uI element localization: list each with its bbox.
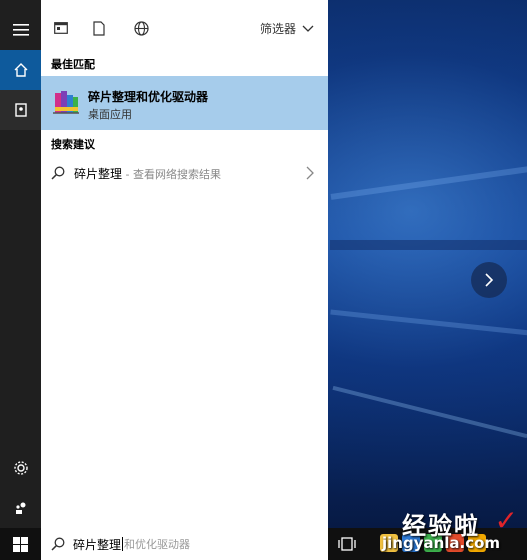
documents-filter-button[interactable] [89, 18, 109, 38]
document-icon [93, 20, 105, 36]
gear-icon [13, 461, 28, 475]
wallpaper-beam [332, 385, 527, 439]
task-view-icon [338, 537, 356, 551]
best-match-title: 碎片整理和优化驱动器 [88, 90, 209, 104]
chevron-down-icon [302, 25, 314, 32]
search-suggestions-heading: 搜索建议 [51, 138, 95, 151]
search-icon [51, 537, 65, 551]
hamburger-icon [12, 24, 29, 36]
start-button[interactable] [0, 528, 41, 560]
task-view-button[interactable] [338, 536, 356, 556]
settings-button[interactable] [0, 448, 41, 488]
menu-button[interactable] [0, 10, 41, 50]
checkmark-icon: ✓ [494, 504, 518, 537]
feedback-icon [15, 502, 25, 514]
filter-label: 筛选器 [259, 22, 296, 36]
search-autocomplete: 和优化驱动器 [124, 538, 191, 551]
notebook-icon [14, 103, 27, 117]
search-typed-text: 碎片整理 [73, 537, 122, 552]
watermark-url: jingyanla.com [382, 534, 501, 552]
window-icon [54, 22, 68, 34]
results-toolbar: 筛选器 [41, 10, 328, 48]
watermark: 经验啦 ✓ jingyanla.com [372, 502, 522, 558]
home-button[interactable] [0, 50, 41, 90]
feedback-button[interactable] [0, 488, 41, 528]
start-rail [0, 0, 41, 528]
chevron-right-icon [485, 273, 494, 287]
filter-dropdown[interactable]: 筛选器 [260, 20, 314, 37]
web-suggestion-item[interactable]: 碎片整理 - 查看网络搜索结果 [41, 160, 328, 186]
wallpaper-beam [330, 309, 527, 336]
notebook-button[interactable] [0, 90, 41, 130]
wallpaper-beam [330, 166, 527, 200]
home-icon [14, 63, 27, 77]
suggestion-query: 碎片整理 [74, 167, 123, 181]
defrag-app-icon [51, 87, 81, 117]
globe-icon [133, 20, 149, 36]
search-icon [51, 165, 65, 184]
next-slide-button[interactable] [471, 262, 507, 298]
search-results-panel: 筛选器 最佳匹配 碎片整理和优化驱动器 桌面应用 搜索建议 碎片整理 - 查看网… [41, 0, 328, 528]
chevron-right-icon [306, 165, 314, 184]
taskbar-search-input[interactable]: 碎片整理 和优化驱动器 [41, 528, 328, 560]
suggestion-hint: - 查看网络搜索结果 [122, 168, 221, 181]
web-filter-button[interactable] [131, 18, 151, 38]
best-match-heading: 最佳匹配 [51, 58, 95, 71]
apps-filter-button[interactable] [51, 18, 71, 38]
windows-logo-icon [13, 536, 28, 552]
wallpaper-beam [330, 240, 527, 250]
best-match-subtitle: 桌面应用 [88, 108, 132, 121]
text-caret [122, 537, 124, 551]
best-match-result[interactable]: 碎片整理和优化驱动器 桌面应用 [41, 76, 328, 130]
